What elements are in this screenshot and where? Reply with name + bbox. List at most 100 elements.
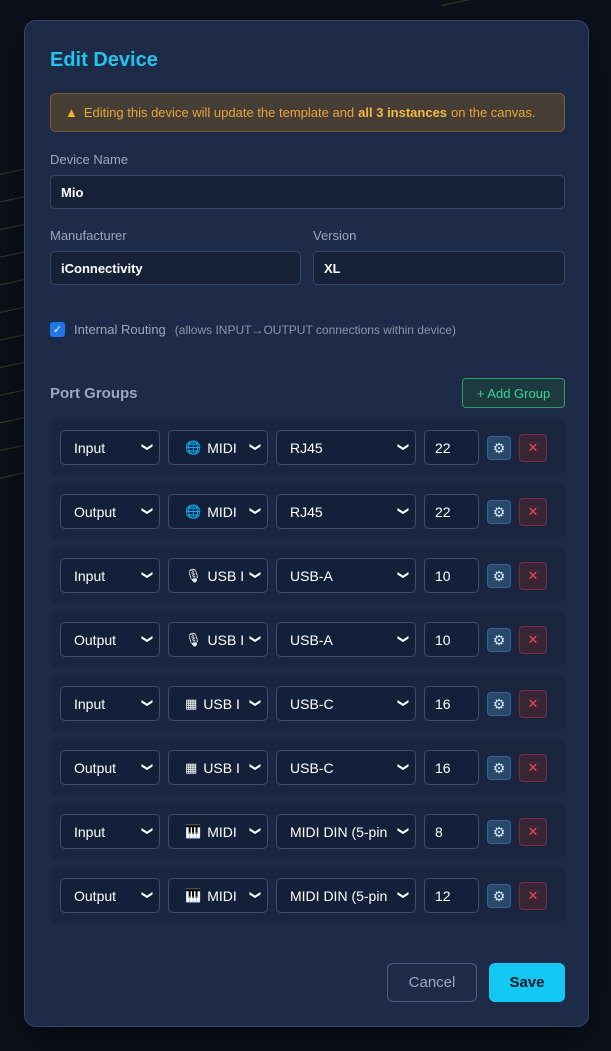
port-type-value: MIDI (207, 887, 237, 904)
warning-prefix: Editing this device will update the temp… (83, 105, 355, 120)
gear-icon[interactable]: ⚙ (487, 820, 511, 844)
chevron-down-icon: ❯ (396, 761, 410, 773)
port-count-input[interactable]: 10 (424, 558, 479, 593)
internal-routing-row: ✓ Internal Routing (allows INPUT→OUTPUT … (50, 322, 456, 337)
chevron-down-icon: ❯ (248, 441, 262, 453)
port-type-select[interactable]: 🌐 MIDI ❯ (168, 430, 268, 465)
port-count-input[interactable]: 16 (424, 686, 479, 721)
device-name-input[interactable]: Mio (50, 175, 565, 209)
remove-group-button[interactable]: ✕ (519, 562, 547, 590)
save-button[interactable]: Save (489, 963, 565, 1002)
remove-group-button[interactable]: ✕ (519, 626, 547, 654)
port-type-select[interactable]: 🌐 MIDI ❯ (168, 494, 268, 529)
remove-group-button[interactable]: ✕ (519, 690, 547, 718)
connector-select[interactable]: MIDI DIN (5-pin ❯ (276, 878, 416, 913)
connector-select[interactable]: USB-C ❯ (276, 750, 416, 785)
port-type-select[interactable]: 🎹 MIDI ❯ (168, 814, 268, 849)
port-group-list: Input ❯ 🌐 MIDI ❯ RJ45 ❯ 22 ⚙ ✕ Output ❯ 🌐 MIDI ❯ RJ45 ❯ 2… (50, 419, 565, 931)
port-group-row: Output ❯ 🌐 MIDI ❯ RJ45 ❯ 22 ⚙ ✕ (50, 483, 565, 539)
port-group-row: Output ❯ 🎙 USB I ❯ USB-A ❯ 10 ⚙ ✕ (50, 611, 565, 667)
cancel-button[interactable]: Cancel (387, 963, 477, 1002)
chevron-down-icon: ❯ (248, 697, 262, 709)
port-type-select[interactable]: ▦ USB I ❯ (168, 686, 268, 721)
remove-group-button[interactable]: ✕ (519, 754, 547, 782)
gear-icon[interactable]: ⚙ (487, 756, 511, 780)
port-type-value: USB I (203, 695, 240, 712)
direction-value: Input (74, 695, 106, 712)
add-group-button[interactable]: + Add Group (462, 378, 565, 408)
gear-icon[interactable]: ⚙ (487, 884, 511, 908)
usb-device-icon: ▦ (185, 759, 198, 775)
connector-select[interactable]: RJ45 ❯ (276, 430, 416, 465)
port-type-select[interactable]: ▦ USB I ❯ (168, 750, 268, 785)
internal-routing-hint: (allows INPUT→OUTPUT connections within … (174, 322, 456, 337)
chevron-down-icon: ❯ (140, 441, 154, 453)
gear-icon[interactable]: ⚙ (487, 628, 511, 652)
chevron-down-icon: ❯ (396, 697, 410, 709)
direction-select[interactable]: Output ❯ (60, 878, 160, 913)
microphone-icon: 🎙 (185, 567, 202, 583)
piano-icon: 🎹 (185, 887, 202, 903)
port-type-value: USB I (207, 567, 245, 584)
internal-routing-checkbox[interactable]: ✓ (50, 322, 65, 337)
chevron-down-icon: ❯ (140, 825, 154, 837)
direction-select[interactable]: Input ❯ (60, 430, 160, 465)
connector-select[interactable]: USB-C ❯ (276, 686, 416, 721)
gear-icon[interactable]: ⚙ (487, 692, 511, 716)
port-type-select[interactable]: 🎹 MIDI ❯ (168, 878, 268, 913)
manufacturer-input[interactable]: iConnectivity (50, 251, 301, 285)
chevron-down-icon: ❯ (396, 505, 410, 517)
chevron-down-icon: ❯ (396, 889, 410, 901)
chevron-down-icon: ❯ (140, 889, 154, 901)
connector-select[interactable]: USB-A ❯ (276, 622, 416, 657)
port-count-input[interactable]: 10 (424, 622, 479, 657)
chevron-down-icon: ❯ (248, 761, 262, 773)
usb-device-icon: ▦ (185, 695, 198, 711)
direction-select[interactable]: Output ❯ (60, 622, 160, 657)
chevron-down-icon: ❯ (248, 889, 262, 901)
direction-value: Output (74, 759, 117, 776)
chevron-down-icon: ❯ (248, 633, 262, 645)
chevron-down-icon: ❯ (140, 569, 154, 581)
direction-value: Output (74, 887, 117, 904)
direction-select[interactable]: Output ❯ (60, 750, 160, 785)
chevron-down-icon: ❯ (140, 633, 154, 645)
direction-value: Output (74, 631, 117, 648)
port-group-row: Input ❯ 🌐 MIDI ❯ RJ45 ❯ 22 ⚙ ✕ (50, 419, 565, 475)
chevron-down-icon: ❯ (140, 697, 154, 709)
port-count-input[interactable]: 8 (424, 814, 479, 849)
manufacturer-label: Manufacturer (50, 228, 127, 243)
gear-icon[interactable]: ⚙ (487, 436, 511, 460)
port-type-select[interactable]: 🎙 USB I ❯ (168, 558, 268, 593)
gear-icon[interactable]: ⚙ (487, 500, 511, 524)
port-count-input[interactable]: 16 (424, 750, 479, 785)
port-type-value: USB I (207, 631, 245, 648)
port-group-row: Input ❯ 🎹 MIDI ❯ MIDI DIN (5-pin ❯ 8 ⚙ ✕ (50, 803, 565, 859)
gear-icon[interactable]: ⚙ (487, 564, 511, 588)
direction-value: Output (74, 503, 117, 520)
microphone-icon: 🎙 (185, 631, 202, 647)
direction-select[interactable]: Output ❯ (60, 494, 160, 529)
globe-icon: 🌐 (185, 503, 202, 519)
port-type-select[interactable]: 🎙 USB I ❯ (168, 622, 268, 657)
connector-select[interactable]: RJ45 ❯ (276, 494, 416, 529)
chevron-down-icon: ❯ (396, 569, 410, 581)
warning-banner: ▲ Editing this device will update the te… (50, 93, 565, 132)
version-input[interactable]: XL (313, 251, 565, 285)
connector-select[interactable]: USB-A ❯ (276, 558, 416, 593)
direction-select[interactable]: Input ❯ (60, 558, 160, 593)
edit-device-dialog: Edit Device ▲ Editing this device will u… (24, 20, 589, 1027)
remove-group-button[interactable]: ✕ (519, 818, 547, 846)
connector-select[interactable]: MIDI DIN (5-pin ❯ (276, 814, 416, 849)
direction-select[interactable]: Input ❯ (60, 686, 160, 721)
port-count-input[interactable]: 22 (424, 494, 479, 529)
direction-select[interactable]: Input ❯ (60, 814, 160, 849)
chevron-down-icon: ❯ (140, 505, 154, 517)
port-count-input[interactable]: 12 (424, 878, 479, 913)
remove-group-button[interactable]: ✕ (519, 434, 547, 462)
remove-group-button[interactable]: ✕ (519, 882, 547, 910)
port-count-input[interactable]: 22 (424, 430, 479, 465)
remove-group-button[interactable]: ✕ (519, 498, 547, 526)
direction-value: Input (74, 439, 106, 456)
chevron-down-icon: ❯ (248, 569, 262, 581)
